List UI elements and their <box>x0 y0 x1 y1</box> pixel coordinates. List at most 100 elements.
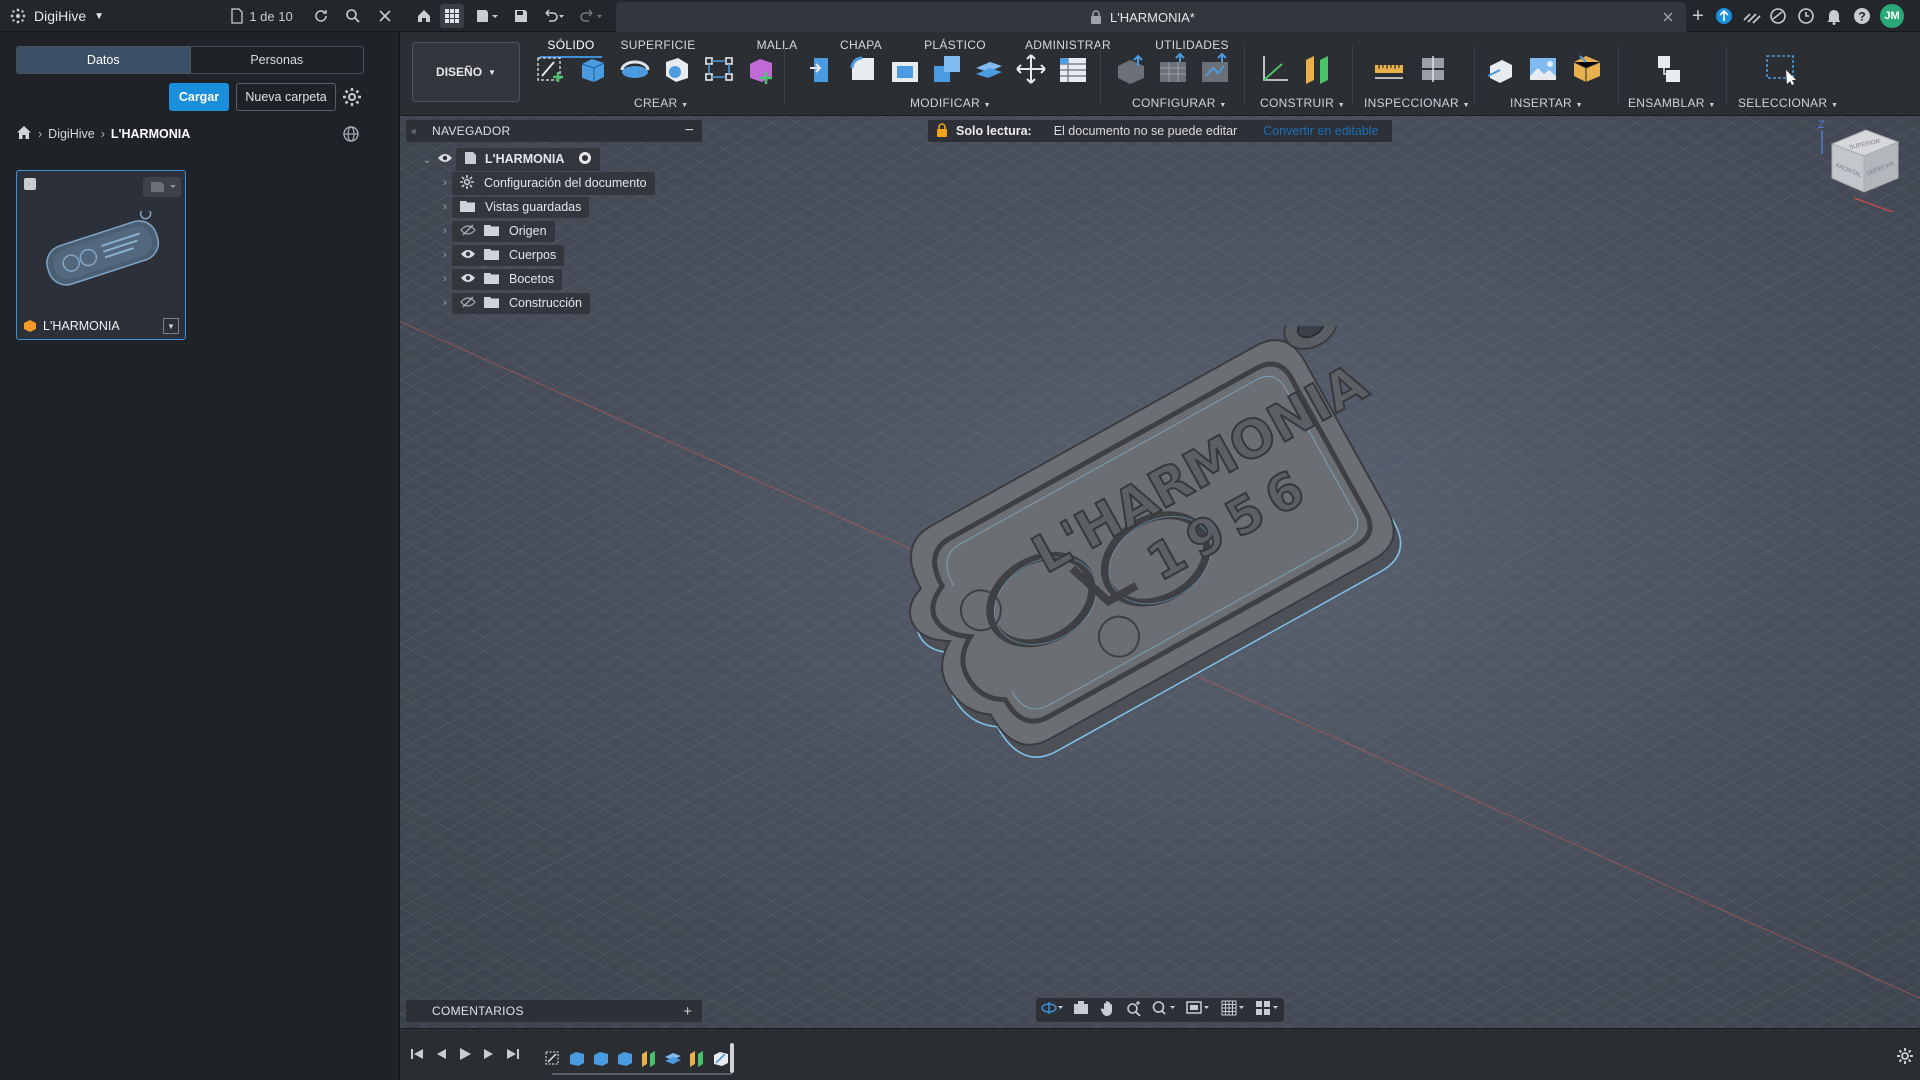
new-component-icon[interactable] <box>1652 52 1686 86</box>
chevron-right-icon[interactable]: › <box>438 297 452 309</box>
new-folder-button[interactable]: Nueva carpeta <box>236 83 336 111</box>
revolve-icon[interactable] <box>618 52 652 86</box>
online-status-icon[interactable] <box>1766 0 1790 32</box>
configuration-table-icon[interactable] <box>1156 52 1190 86</box>
tab-personas[interactable]: Personas <box>189 47 364 73</box>
timeline-sketch-icon[interactable] <box>712 1049 730 1067</box>
file-card-menu-chevron-icon[interactable]: ▼ <box>163 318 179 334</box>
version-dropdown[interactable] <box>143 177 181 197</box>
chevron-right-icon[interactable]: › <box>438 249 452 261</box>
app-grid-icon[interactable] <box>8 0 28 32</box>
group-modificar[interactable]: MODIFICAR ▼ <box>910 96 991 110</box>
group-seleccionar[interactable]: SELECCIONAR ▼ <box>1738 96 1838 110</box>
group-crear[interactable]: CREAR ▼ <box>634 96 688 110</box>
home-icon[interactable] <box>16 125 32 143</box>
group-configurar[interactable]: CONFIGURAR ▼ <box>1132 96 1227 110</box>
group-construir[interactable]: CONSTRUIR ▼ <box>1260 96 1345 110</box>
globe-icon[interactable] <box>342 125 360 148</box>
create-form-icon[interactable] <box>744 52 778 86</box>
eye-hidden-icon[interactable] <box>460 224 476 239</box>
eye-icon[interactable] <box>460 248 476 262</box>
view-cube[interactable]: Z SUPERIOR FRONTAL DERECHA <box>1814 116 1920 219</box>
insert-derive-icon[interactable] <box>1484 52 1518 86</box>
navigator-item-origin[interactable]: › Origen <box>438 220 555 242</box>
navigator-header[interactable]: « NAVEGADOR − <box>406 120 702 142</box>
look-at-icon[interactable] <box>1073 1000 1089 1020</box>
extensions-icon[interactable] <box>1712 0 1736 32</box>
navigator-item-bodies[interactable]: › Cuerpos <box>438 244 565 266</box>
extrude-icon[interactable] <box>576 52 610 86</box>
user-avatar[interactable]: JM <box>1880 4 1904 28</box>
shell-icon[interactable] <box>888 52 922 86</box>
timeline-extrude-icon[interactable] <box>568 1049 586 1067</box>
display-settings-icon[interactable] <box>1186 1000 1210 1021</box>
chevron-right-icon[interactable]: › <box>438 225 452 237</box>
step-forward-icon[interactable] <box>482 1047 496 1066</box>
minimize-icon[interactable]: − <box>685 122 694 140</box>
tab-datos[interactable]: Datos <box>17 47 190 73</box>
timeline-plane-icon[interactable] <box>640 1049 658 1067</box>
data-panel-grid-icon[interactable] <box>440 4 464 28</box>
chevron-down-icon[interactable]: ⌄ <box>420 153 434 166</box>
navigator-root[interactable]: ⌄ L'HARMONIA <box>420 147 601 171</box>
timeline-plane-icon[interactable] <box>688 1049 706 1067</box>
close-tab-icon[interactable] <box>1662 10 1674 28</box>
eye-icon[interactable] <box>434 152 456 166</box>
group-inspeccionar[interactable]: INSPECCIONAR ▼ <box>1364 96 1470 110</box>
team-hub-selector[interactable]: DigiHive ▼ <box>34 0 114 32</box>
notifications-bell-icon[interactable] <box>1822 0 1846 32</box>
breadcrumb-hub[interactable]: DigiHive <box>48 127 95 141</box>
eye-icon[interactable] <box>460 272 476 286</box>
timeline-settings-gear-icon[interactable] <box>1896 1047 1914 1070</box>
comments-panel[interactable]: COMENTARIOS + <box>406 1000 702 1022</box>
combine-icon[interactable] <box>930 52 964 86</box>
offset-plane-icon[interactable] <box>1258 52 1292 86</box>
eye-hidden-icon[interactable] <box>460 296 476 311</box>
navigator-item-sketches[interactable]: › Bocetos <box>438 268 563 290</box>
viewports-icon[interactable] <box>1255 1000 1279 1021</box>
navigator-item-construction[interactable]: › Construcción <box>438 292 590 314</box>
configure-model-icon[interactable] <box>1114 52 1148 86</box>
midplane-icon[interactable] <box>1300 52 1334 86</box>
canvas-viewport[interactable]: L'HARMONIA 1956 « NAVEGADOR − ⌄ L'HARMON… <box>400 116 1920 1028</box>
move-icon[interactable] <box>1014 52 1048 86</box>
chevron-right-icon[interactable]: › <box>438 273 452 285</box>
pattern-icon[interactable] <box>702 52 736 86</box>
pan-hand-icon[interactable] <box>1100 1000 1116 1021</box>
group-ensamblar[interactable]: ENSAMBLAR ▼ <box>1628 96 1716 110</box>
select-box-icon[interactable] <box>1764 52 1798 86</box>
play-icon[interactable] <box>458 1047 472 1066</box>
timeline-sketch-icon[interactable] <box>544 1049 562 1067</box>
make-editable-link[interactable]: Convertir en editable <box>1263 124 1378 138</box>
timeline-marker-handle[interactable] <box>730 1043 734 1073</box>
step-back-icon[interactable] <box>434 1047 448 1066</box>
help-icon[interactable]: ? <box>1850 0 1874 32</box>
model-body[interactable]: L'HARMONIA 1956 <box>820 303 1420 786</box>
timeline-extrude-icon[interactable] <box>616 1049 634 1067</box>
settings-gear-icon[interactable] <box>342 87 362 112</box>
create-sketch-icon[interactable] <box>534 52 568 86</box>
close-panel-icon[interactable] <box>374 0 396 32</box>
insert-mesh-icon[interactable] <box>1570 52 1604 86</box>
add-comment-icon[interactable]: + <box>683 1003 692 1020</box>
workspace-switcher[interactable]: DISEÑO ▼ <box>412 42 520 102</box>
search-icon[interactable] <box>342 0 364 32</box>
timeline-offset-face-icon[interactable] <box>664 1049 682 1067</box>
grid-settings-icon[interactable] <box>1221 1000 1245 1021</box>
upload-button[interactable]: Cargar <box>169 83 229 111</box>
zoom-icon[interactable] <box>1126 1000 1142 1021</box>
file-menu-icon[interactable] <box>472 0 502 32</box>
history-icon[interactable] <box>1794 0 1818 32</box>
group-insertar[interactable]: INSERTAR ▼ <box>1510 96 1583 110</box>
document-tab[interactable]: L'HARMONIA* <box>616 2 1686 32</box>
offset-face-icon[interactable] <box>972 52 1006 86</box>
zoom-window-icon[interactable] <box>1152 1000 1176 1021</box>
orbit-icon[interactable] <box>1041 1001 1064 1020</box>
chevron-right-icon[interactable]: › <box>438 201 452 213</box>
undo-icon[interactable] <box>538 0 568 32</box>
configuration-insert-icon[interactable] <box>1198 52 1232 86</box>
go-to-end-icon[interactable] <box>506 1047 520 1066</box>
sweep-icon[interactable] <box>660 52 694 86</box>
activate-radio-icon[interactable] <box>578 151 592 168</box>
refresh-icon[interactable] <box>310 0 332 32</box>
